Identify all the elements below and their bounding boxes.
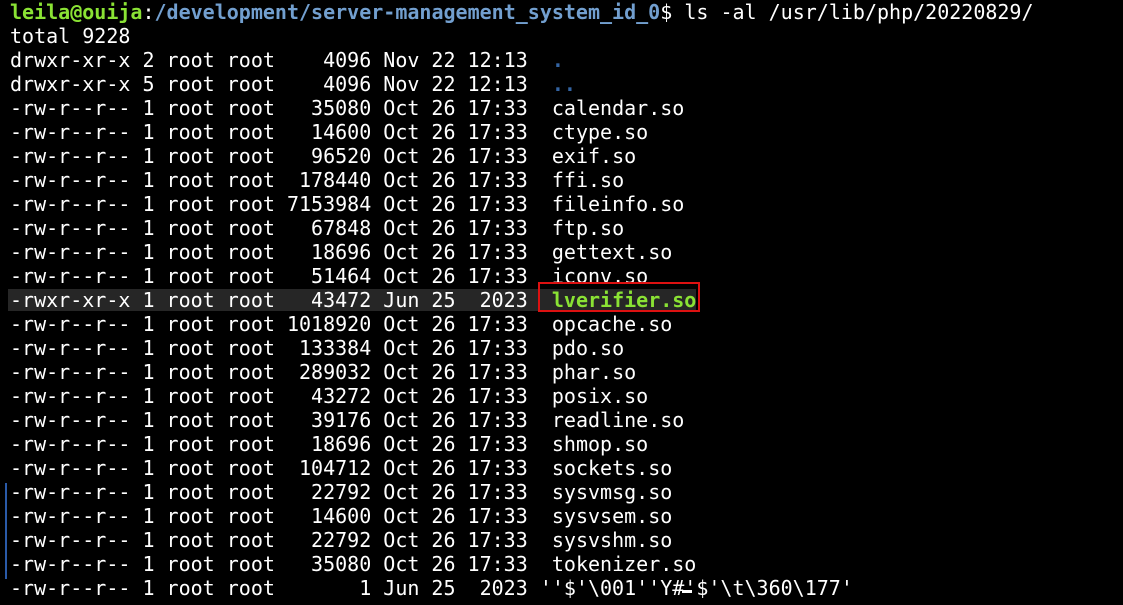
listing-row: -rw-r--r-- 1 root root 289032 Oct 26 17:… [10, 360, 1123, 384]
file-name: sysvsem.so [551, 504, 673, 528]
file-name: exif.so [551, 144, 637, 168]
file-name: phar.so [551, 360, 637, 384]
file-name: tokenizer.so [551, 552, 697, 576]
file-name: ctype.so [551, 120, 649, 144]
file-name: gettext.so [551, 240, 673, 264]
file-name: readline.so [551, 408, 685, 432]
listing-row: -rw-r--r-- 1 root root 133384 Oct 26 17:… [10, 336, 1123, 360]
file-name: posix.so [551, 384, 649, 408]
listing-row: -rw-r--r-- 1 root root 7153984 Oct 26 17… [10, 192, 1123, 216]
file-metadata: -rw-r--r-- 1 root root 14600 Oct 26 17:3… [10, 120, 552, 144]
file-metadata: -rw-r--r-- 1 root root 67848 Oct 26 17:3… [10, 216, 552, 240]
file-name: calendar.so [551, 96, 685, 120]
file-listing: drwxr-xr-x 2 root root 4096 Nov 22 12:13… [8, 48, 1123, 600]
file-name: sockets.so [551, 456, 673, 480]
listing-row: -rw-r--r-- 1 root root 18696 Oct 26 17:3… [10, 432, 1123, 456]
file-metadata: -rw-r--r-- 1 root root 18696 Oct 26 17:3… [10, 240, 552, 264]
file-metadata: -rw-r--r-- 1 root root 178440 Oct 26 17:… [10, 168, 552, 192]
command-text: ls -al /usr/lib/php/20220829/ [684, 0, 1034, 24]
listing-row: -rw-r--r-- 1 root root 18696 Oct 26 17:3… [10, 240, 1123, 264]
prompt-colon: : [142, 0, 155, 24]
file-metadata: -rw-r--r-- 1 root root 104712 Oct 26 17:… [10, 456, 552, 480]
file-metadata: -rw-r--r-- 1 root root 43272 Oct 26 17:3… [10, 384, 552, 408]
listing-row: -rwxr-xr-x 1 root root 43472 Jun 25 2023… [8, 282, 1123, 312]
file-name: shmop.so [551, 432, 649, 456]
left-margin-marker [5, 483, 7, 579]
file-name: ftp.so [551, 216, 625, 240]
highlight-annotation-box [538, 282, 700, 312]
terminal-cursor [682, 590, 692, 593]
listing-row: -rw-r--r-- 1 root root 1018920 Oct 26 17… [10, 312, 1123, 336]
file-name: . [551, 48, 564, 72]
listing-row: -rw-r--r-- 1 root root 67848 Oct 26 17:3… [10, 216, 1123, 240]
file-name: sysvshm.so [551, 528, 673, 552]
listing-row: -rw-r--r-- 1 root root 1 Jun 25 2023 ''$… [10, 576, 1123, 600]
file-metadata: -rw-r--r-- 1 root root 1018920 Oct 26 17… [10, 312, 552, 336]
prompt-line: leila@ouija:/development/server-manageme… [10, 0, 1123, 24]
prompt-sign: $ [660, 0, 685, 24]
file-metadata: -rw-r--r-- 1 root root 14600 Oct 26 17:3… [10, 504, 552, 528]
listing-row: -rw-r--r-- 1 root root 43272 Oct 26 17:3… [10, 384, 1123, 408]
listing-row: -rw-r--r-- 1 root root 104712 Oct 26 17:… [10, 456, 1123, 480]
file-metadata: -rw-r--r-- 1 root root 1 Jun 25 2023 [10, 576, 540, 600]
listing-row: drwxr-xr-x 2 root root 4096 Nov 22 12:13… [10, 48, 1123, 72]
listing-row: -rw-r--r-- 1 root root 14600 Oct 26 17:3… [10, 120, 1123, 144]
prompt-path: /development/server-management_system_id… [154, 0, 661, 24]
file-metadata: -rwxr-xr-x 1 root root 43472 Jun 25 2023 [10, 288, 552, 312]
file-metadata: -rw-r--r-- 1 root root 22792 Oct 26 17:3… [10, 528, 552, 552]
listing-row: -rw-r--r-- 1 root root 39176 Oct 26 17:3… [10, 408, 1123, 432]
listing-row: drwxr-xr-x 5 root root 4096 Nov 22 12:13… [10, 72, 1123, 96]
terminal-window[interactable]: leila@ouija:/development/server-manageme… [0, 0, 1123, 605]
file-metadata: -rw-r--r-- 1 root root 22792 Oct 26 17:3… [10, 480, 552, 504]
total-line: total 9228 [10, 24, 131, 48]
listing-row: -rw-r--r-- 1 root root 14600 Oct 26 17:3… [10, 504, 1123, 528]
listing-row: -rw-r--r-- 1 root root 22792 Oct 26 17:3… [10, 528, 1123, 552]
file-name: .. [551, 72, 576, 96]
listing-row: -rw-r--r-- 1 root root 35080 Oct 26 17:3… [10, 552, 1123, 576]
file-metadata: -rw-r--r-- 1 root root 133384 Oct 26 17:… [10, 336, 552, 360]
listing-row: -rw-r--r-- 1 root root 35080 Oct 26 17:3… [10, 96, 1123, 120]
file-metadata: -rw-r--r-- 1 root root 35080 Oct 26 17:3… [10, 96, 552, 120]
file-metadata: -rw-r--r-- 1 root root 7153984 Oct 26 17… [10, 192, 552, 216]
file-name: sysvmsg.so [551, 480, 673, 504]
terminal-output: leila@ouija:/development/server-manageme… [8, 0, 1123, 600]
file-metadata: -rw-r--r-- 1 root root 18696 Oct 26 17:3… [10, 432, 552, 456]
file-name: ffi.so [551, 168, 625, 192]
listing-row: -rw-r--r-- 1 root root 178440 Oct 26 17:… [10, 168, 1123, 192]
file-metadata: -rw-r--r-- 1 root root 35080 Oct 26 17:3… [10, 552, 552, 576]
listing-row: -rw-r--r-- 1 root root 96520 Oct 26 17:3… [10, 144, 1123, 168]
file-name: fileinfo.so [551, 192, 685, 216]
file-metadata: -rw-r--r-- 1 root root 39176 Oct 26 17:3… [10, 408, 552, 432]
file-metadata: drwxr-xr-x 5 root root 4096 Nov 22 12:13 [10, 72, 552, 96]
file-metadata: -rw-r--r-- 1 root root 96520 Oct 26 17:3… [10, 144, 552, 168]
listing-row: -rw-r--r-- 1 root root 22792 Oct 26 17:3… [10, 480, 1123, 504]
file-name: opcache.so [551, 312, 673, 336]
prompt-user-host: leila@ouija [10, 0, 143, 24]
file-metadata: drwxr-xr-x 2 root root 4096 Nov 22 12:13 [10, 48, 552, 72]
file-name: ''$'\001''Y#'$'\t\360\177' [539, 576, 853, 600]
file-name: pdo.so [551, 336, 625, 360]
file-metadata: -rw-r--r-- 1 root root 51464 Oct 26 17:3… [10, 264, 552, 288]
file-metadata: -rw-r--r-- 1 root root 289032 Oct 26 17:… [10, 360, 552, 384]
